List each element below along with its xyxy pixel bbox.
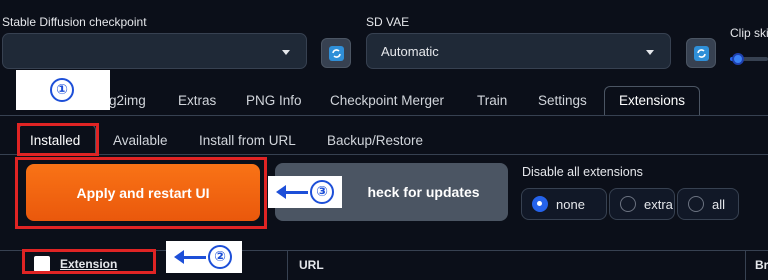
- vae-dropdown[interactable]: Automatic: [366, 33, 671, 69]
- vae-label: SD VAE: [366, 15, 410, 29]
- tab-checkpoint-merger[interactable]: Checkpoint Merger: [330, 93, 444, 108]
- checkpoint-refresh-button[interactable]: [321, 38, 351, 68]
- disable-all-label: Disable all extensions: [522, 165, 643, 179]
- clip-skip-label: Clip ski: [730, 26, 768, 40]
- radio-checked-icon: [532, 196, 548, 212]
- subtabs-divider: [0, 154, 768, 155]
- subtab-install-from-url[interactable]: Install from URL: [199, 133, 296, 148]
- vae-value: Automatic: [381, 44, 439, 59]
- column-header-branch[interactable]: Br: [755, 258, 768, 272]
- checkpoint-dropdown[interactable]: [2, 33, 307, 69]
- clip-skip-slider-thumb[interactable]: [732, 53, 744, 65]
- radio-unchecked-icon: [688, 196, 704, 212]
- tab-settings[interactable]: Settings: [538, 93, 587, 108]
- check-updates-label: heck for updates: [367, 184, 480, 200]
- annotation-step-2: ②: [208, 245, 232, 269]
- radio-all[interactable]: all: [677, 188, 739, 220]
- radio-all-label: all: [712, 196, 726, 212]
- tab-train[interactable]: Train: [477, 93, 507, 108]
- checkpoint-label: Stable Diffusion checkpoint: [2, 15, 147, 29]
- annotation-step-1: ①: [50, 78, 74, 102]
- radio-none[interactable]: none: [521, 188, 607, 220]
- radio-none-label: none: [556, 196, 585, 212]
- tab-extras[interactable]: Extras: [178, 93, 216, 108]
- chevron-down-icon: [646, 50, 654, 55]
- column-separator: [287, 250, 288, 280]
- subtab-available[interactable]: Available: [113, 133, 168, 148]
- annotation-step-3: ③: [310, 180, 334, 204]
- tabs-divider: [0, 115, 768, 116]
- column-separator: [745, 250, 746, 280]
- tab-png-info[interactable]: PNG Info: [246, 93, 302, 108]
- tab-img2img[interactable]: g2img: [109, 93, 146, 108]
- subtab-backup-restore[interactable]: Backup/Restore: [327, 133, 423, 148]
- refresh-icon: [694, 46, 709, 61]
- annotation-highlight-apply: [15, 157, 267, 229]
- tab-extensions[interactable]: Extensions: [619, 93, 685, 108]
- radio-unchecked-icon: [620, 196, 636, 212]
- refresh-icon: [329, 46, 344, 61]
- annotation-highlight-installed: [17, 123, 99, 156]
- radio-extra-label: extra: [644, 196, 673, 212]
- column-header-url[interactable]: URL: [299, 258, 324, 272]
- arrow-stem: [182, 256, 206, 259]
- chevron-down-icon: [282, 50, 290, 55]
- arrow-stem: [284, 191, 308, 194]
- vae-refresh-button[interactable]: [686, 38, 716, 68]
- annotation-highlight-extension: [22, 249, 156, 274]
- radio-extra[interactable]: extra: [609, 188, 675, 220]
